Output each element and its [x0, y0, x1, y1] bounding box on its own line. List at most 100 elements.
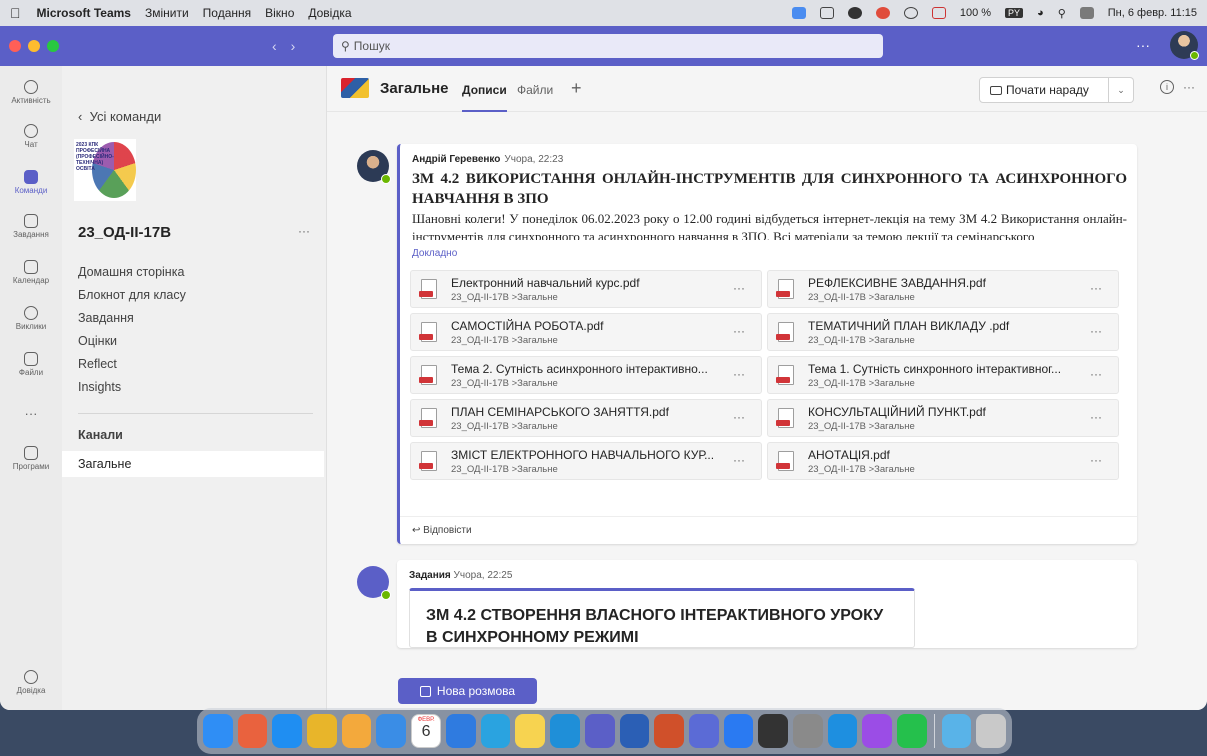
mail-status-icon[interactable]	[931, 7, 946, 19]
vpn-icon[interactable]	[550, 714, 580, 748]
rail-assignments[interactable]: Завдання	[0, 214, 62, 239]
safari-icon[interactable]	[272, 714, 303, 748]
reply-button[interactable]: ↩ Відповісти	[400, 516, 1137, 544]
all-teams-link[interactable]: ‹ Усі команди	[78, 109, 161, 124]
dropbox-icon[interactable]	[847, 7, 862, 19]
attachment-more-button[interactable]: ···	[733, 281, 745, 295]
rail-apps[interactable]: Програми	[0, 446, 62, 471]
attachment-card[interactable]: ТЕМАТИЧНИЙ ПЛАН ВИКЛАДУ .pdf 23_ОД-ІІ-17В…	[767, 313, 1119, 351]
attachment-card[interactable]: ПЛАН СЕМІНАРСЬКОГО ЗАНЯТТЯ.pdf 23_ОД-ІІ-1…	[410, 399, 762, 437]
team-link-reflect[interactable]: Reflect	[78, 357, 117, 371]
menu-clock[interactable]: Пн, 6 февр. 11:15	[1108, 7, 1197, 19]
teams-icon[interactable]	[584, 714, 615, 748]
calendar-icon[interactable]: ФЕВР. 6	[411, 714, 442, 748]
new-conversation-button[interactable]: Нова розмова	[398, 678, 537, 704]
skype-icon[interactable]	[827, 714, 858, 748]
launchpad-icon[interactable]	[237, 714, 268, 748]
rail-calendar[interactable]: Календар	[0, 260, 62, 285]
control-center-icon[interactable]	[1079, 7, 1094, 19]
team-link-insights[interactable]: Insights	[78, 380, 121, 394]
attachment-more-button[interactable]: ···	[1090, 324, 1102, 338]
post-author[interactable]: Андрій Геревенко	[412, 154, 500, 165]
menu-item-help[interactable]: Довідка	[308, 6, 351, 20]
attachment-more-button[interactable]: ···	[1090, 367, 1102, 381]
zoom-window-button[interactable]	[47, 40, 59, 52]
battery-label[interactable]: 100 %	[960, 7, 991, 19]
team-link-notebook[interactable]: Блокнот для класу	[78, 288, 186, 302]
menu-app-name[interactable]: Microsoft Teams	[37, 6, 131, 20]
start-meeting-button[interactable]: Почати нараду	[979, 77, 1109, 103]
channel-general[interactable]: Загальне	[62, 451, 324, 477]
attachment-more-button[interactable]: ···	[733, 453, 745, 467]
rail-files[interactable]: Файли	[0, 352, 62, 377]
attachment-card[interactable]: САМОСТІЙНА РОБОТА.pdf 23_ОД-ІІ-17В >Загал…	[410, 313, 762, 351]
assignment-card[interactable]: ЗМ 4.2 СТВОРЕННЯ ВЛАСНОГО ІНТЕРАКТИВНОГО…	[409, 588, 915, 648]
attachment-more-button[interactable]: ···	[733, 367, 745, 381]
whatsapp-icon[interactable]	[897, 714, 927, 748]
search-icon[interactable]: ⚲	[1058, 7, 1066, 20]
minimize-window-button[interactable]	[28, 40, 40, 52]
attachment-card[interactable]: ЗМІСТ ЕЛЕКТРОННОГО НАВЧАЛЬНОГО КУР... 23_…	[410, 442, 762, 480]
wifi-icon[interactable]: ◕	[1037, 7, 1044, 19]
status-app-icon[interactable]	[791, 7, 806, 19]
rail-teams[interactable]: Команди	[0, 170, 62, 195]
rail-help[interactable]: Довідка	[0, 670, 62, 695]
rail-activity[interactable]: Активність	[0, 80, 62, 105]
chrome-icon[interactable]	[307, 714, 337, 748]
pencil-icon[interactable]	[688, 714, 719, 748]
attachment-more-button[interactable]: ···	[1090, 410, 1102, 424]
calculator-icon[interactable]	[758, 714, 788, 748]
user-avatar[interactable]	[1170, 31, 1199, 60]
tab-posts[interactable]: Дописи	[462, 83, 507, 97]
team-link-assignments[interactable]: Завдання	[78, 311, 134, 325]
attachment-card[interactable]: РЕФЛЕКСИВНЕ ЗАВДАННЯ.pdf 23_ОД-ІІ-17В >За…	[767, 270, 1119, 308]
team-more-button[interactable]: ···	[298, 224, 310, 238]
add-tab-icon[interactable]: +	[571, 78, 582, 99]
attachment-card[interactable]: Електронний навчальний курс.pdf 23_ОД-ІІ-…	[410, 270, 762, 308]
rail-calls[interactable]: Виклики	[0, 306, 62, 331]
attachment-more-button[interactable]: ···	[733, 410, 745, 424]
rail-more[interactable]: ···	[0, 406, 62, 421]
tab-files[interactable]: Файли	[517, 83, 553, 97]
folder-icon[interactable]	[941, 714, 972, 748]
notes-icon[interactable]	[515, 714, 546, 748]
browser-icon[interactable]	[446, 714, 476, 748]
mail-icon[interactable]	[376, 714, 407, 748]
attachment-more-button[interactable]: ···	[733, 324, 745, 338]
close-window-button[interactable]	[9, 40, 21, 52]
post-author[interactable]: Задания	[409, 570, 451, 581]
telegram-icon[interactable]	[480, 714, 511, 748]
trash-icon[interactable]	[976, 714, 1006, 748]
titlebar-more-button[interactable]: ···	[1136, 37, 1150, 53]
app-store-icon[interactable]	[723, 714, 754, 748]
search-box[interactable]: ⚲ Пошук	[333, 34, 883, 58]
author-avatar[interactable]	[357, 150, 391, 184]
meeting-options-dropdown[interactable]: ⌄	[1109, 77, 1134, 103]
attachment-card[interactable]: Тема 1. Сутність синхронного інтерактивн…	[767, 356, 1119, 394]
attachment-card[interactable]: АНОТАЦІЯ.pdf 23_ОД-ІІ-17В >Загальне ···	[767, 442, 1119, 480]
rail-chat[interactable]: Чат	[0, 124, 62, 149]
eye-icon[interactable]	[903, 7, 918, 19]
see-more-link[interactable]: Докладно	[412, 248, 457, 259]
channel-more-button[interactable]: ···	[1183, 80, 1195, 94]
info-icon[interactable]: i	[1160, 80, 1174, 94]
menu-item-window[interactable]: Вікно	[265, 6, 294, 20]
keyboard-layout[interactable]: PY	[1005, 8, 1024, 18]
settings-icon[interactable]	[792, 714, 823, 748]
status-app-icon-2[interactable]	[875, 7, 890, 19]
attachment-more-button[interactable]: ···	[1090, 281, 1102, 295]
photos-icon[interactable]	[341, 714, 372, 748]
apple-icon[interactable]: 	[10, 5, 21, 21]
shield-icon[interactable]	[819, 7, 834, 19]
back-arrow-icon[interactable]: ‹	[272, 38, 291, 54]
finder-icon[interactable]	[203, 714, 233, 748]
powerpoint-icon[interactable]	[654, 714, 684, 748]
menu-item-edit[interactable]: Змінити	[145, 6, 189, 20]
attachment-card[interactable]: КОНСУЛЬТАЦІЙНИЙ ПУНКТ.pdf 23_ОД-ІІ-17В >З…	[767, 399, 1119, 437]
attachment-more-button[interactable]: ···	[1090, 453, 1102, 467]
messenger-icon[interactable]	[862, 714, 893, 748]
menu-item-view[interactable]: Подання	[203, 6, 251, 20]
word-icon[interactable]	[619, 714, 650, 748]
assignments-bot-avatar[interactable]	[357, 566, 391, 600]
attachment-card[interactable]: Тема 2. Сутність асинхронного інтерактив…	[410, 356, 762, 394]
